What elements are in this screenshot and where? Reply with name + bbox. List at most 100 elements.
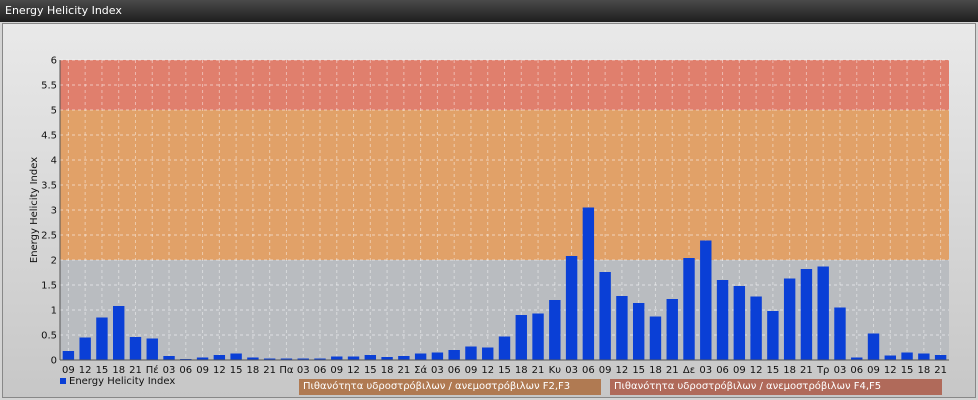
bar xyxy=(800,269,813,360)
bar xyxy=(616,296,628,360)
x-tick-label: 03 xyxy=(699,365,712,376)
bar xyxy=(565,256,578,360)
bar xyxy=(767,311,779,360)
x-tick-label: 21 xyxy=(532,365,545,376)
x-tick-label: Κυ xyxy=(549,365,562,376)
x-tick-label: 09 xyxy=(733,365,746,376)
x-tick-label: 12 xyxy=(347,365,360,376)
x-tick-label: Σά xyxy=(414,364,427,376)
legend-series-label: Energy Helicity Index xyxy=(69,376,176,387)
x-tick-label: 21 xyxy=(934,365,947,376)
bar xyxy=(498,336,511,360)
x-tick-label: 09 xyxy=(599,365,612,376)
y-tick-label: 1 xyxy=(51,306,57,317)
x-tick-label: Τρ xyxy=(816,365,829,376)
bar xyxy=(347,356,360,360)
y-tick-label: 1.5 xyxy=(41,281,57,292)
x-tick-label: 21 xyxy=(666,365,679,376)
bar xyxy=(414,353,427,360)
bar xyxy=(163,356,175,360)
x-tick-label: 18 xyxy=(917,365,930,376)
bar xyxy=(364,355,377,360)
bar xyxy=(716,280,729,360)
y-tick-label: 2 xyxy=(51,256,57,267)
y-tick-label: 4.5 xyxy=(41,131,57,142)
bar xyxy=(750,296,762,360)
bar xyxy=(113,306,125,360)
x-tick-label: 12 xyxy=(481,365,494,376)
x-tick-label: 06 xyxy=(314,365,327,376)
bar xyxy=(398,356,410,360)
x-tick-label: 06 xyxy=(716,365,729,376)
y-tick-label: 3.5 xyxy=(41,181,57,192)
x-tick-label: 18 xyxy=(247,365,260,376)
x-tick-label: 09 xyxy=(465,365,478,376)
x-tick-label: 12 xyxy=(213,365,226,376)
bar xyxy=(79,337,91,360)
bar xyxy=(549,300,561,360)
bar xyxy=(146,338,158,360)
x-tick-label: 09 xyxy=(330,365,343,376)
bar xyxy=(431,352,444,360)
x-tick-label: 03 xyxy=(297,365,310,376)
x-tick-label: Δε xyxy=(683,365,695,376)
y-axis-title: Energy Helicity Index xyxy=(29,157,40,263)
bar xyxy=(129,337,142,360)
bar xyxy=(700,240,712,360)
x-tick-label: 18 xyxy=(783,365,796,376)
bar xyxy=(683,258,695,360)
legend-band-f2f3: Πιθανότητα υδροστρόβιλων / ανεμοστρόβιλω… xyxy=(299,379,601,395)
bar xyxy=(213,355,226,360)
x-tick-label: 06 xyxy=(179,365,192,376)
y-tick-label: 5.5 xyxy=(41,81,57,92)
bar xyxy=(783,278,796,360)
x-tick-label: 03 xyxy=(565,365,578,376)
bar xyxy=(582,207,595,360)
bar xyxy=(918,353,930,360)
x-tick-label: 12 xyxy=(616,365,629,376)
bar xyxy=(62,351,75,360)
x-tick-label: 12 xyxy=(884,365,897,376)
x-tick-label: 15 xyxy=(767,365,780,376)
x-tick-label: 03 xyxy=(431,365,444,376)
legend-band-f4f5-label: Πιθανότητα υδροστρόβιλων / ανεμοστρόβιλω… xyxy=(614,381,882,392)
x-tick-label: 15 xyxy=(364,365,377,376)
y-tick-label: 4 xyxy=(51,156,57,167)
x-tick-label: 21 xyxy=(397,365,410,376)
x-tick-label: 15 xyxy=(230,365,243,376)
x-tick-label: 06 xyxy=(448,365,461,376)
y-tick-label: 0 xyxy=(51,356,57,367)
bar xyxy=(465,346,477,360)
bar xyxy=(817,266,829,360)
x-tick-label: 18 xyxy=(649,365,662,376)
legend-swatch-icon xyxy=(60,378,66,384)
x-tick-label: 15 xyxy=(498,365,511,376)
legend-series: Energy Helicity Index xyxy=(60,375,175,388)
bar xyxy=(482,347,494,360)
x-tick-label: 18 xyxy=(515,365,528,376)
bar xyxy=(632,303,645,360)
x-tick-label: Πα xyxy=(279,365,294,376)
bar xyxy=(884,355,896,360)
x-tick-label: 12 xyxy=(750,365,763,376)
x-tick-label: 06 xyxy=(582,365,595,376)
bar xyxy=(599,272,611,360)
y-tick-label: 6 xyxy=(51,56,57,67)
bar xyxy=(834,307,846,360)
bar xyxy=(515,315,527,360)
bar xyxy=(448,350,460,360)
bar xyxy=(934,355,947,360)
x-tick-label: 09 xyxy=(196,365,209,376)
legend-band-f4f5: Πιθανότητα υδροστρόβιλων / ανεμοστρόβιλω… xyxy=(610,379,942,395)
bar xyxy=(649,316,662,360)
bar xyxy=(666,299,678,360)
x-tick-label: 15 xyxy=(632,365,645,376)
x-tick-label: 21 xyxy=(263,365,276,376)
app-window: Energy Helicity Index 0 0.5 1 1.5 2 2.5 3 3.5 4 4… xyxy=(0,0,978,400)
x-tick-label: 09 xyxy=(867,365,880,376)
x-tick-label: 15 xyxy=(901,365,914,376)
bar xyxy=(733,286,746,360)
y-tick-label: 2.5 xyxy=(41,231,57,242)
x-tick-label: 21 xyxy=(800,365,813,376)
legend-band-f2f3-label: Πιθανότητα υδροστρόβιλων / ανεμοστρόβιλω… xyxy=(303,381,571,392)
